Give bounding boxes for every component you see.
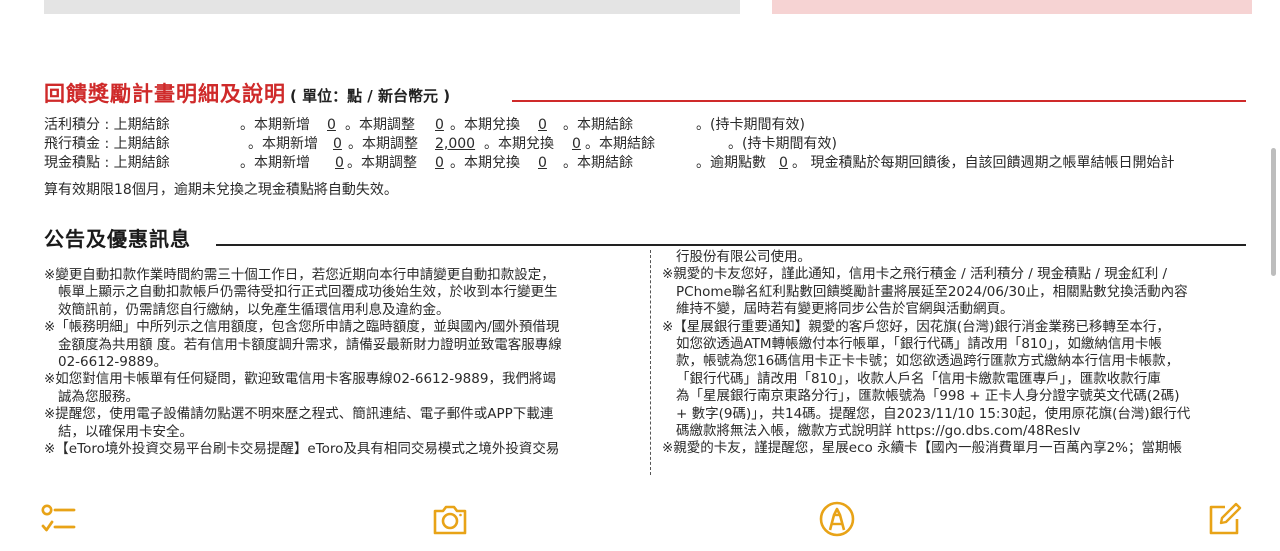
notice-line-continued: + 數字(9碼)」，共14碼。提醒您，自2023/11/10 15:30起，使用… xyxy=(676,405,1191,422)
row-redeem-label: 。本期兌換 xyxy=(450,155,520,171)
notice-left-column: ※變更自動扣款作業時間約需三十個工作日，若您近期向本行申請變更自動扣款設定， 帳單… xyxy=(44,267,640,458)
notice-section-rule xyxy=(216,244,1246,246)
vertical-scrollbar[interactable] xyxy=(1271,148,1276,276)
checklist-button[interactable] xyxy=(38,499,78,539)
reward-section-rule xyxy=(512,100,1246,102)
camera-button[interactable] xyxy=(430,499,470,539)
row-balance-label: 。本期結餘 xyxy=(563,155,633,171)
row-adj-label: 。本期調整 xyxy=(348,136,418,152)
row-adj-value: 0 xyxy=(435,117,444,133)
row-adj-label: 。本期調整 xyxy=(345,117,415,133)
row-adj-value: 0 xyxy=(435,155,444,171)
notice-section-title: 公告及優惠訊息 xyxy=(44,227,191,251)
notice-line-continued: 效簡訊前，仍需請您自行繳納，以免產生循環信用利息及違約金。 xyxy=(58,301,450,318)
row-note-value: 0 xyxy=(779,155,788,171)
row-redeem-value: 0 xyxy=(538,117,547,133)
notice-line-continued: 帳單上顯示之自動扣款帳戶仍需待受扣行正式回覆成功後始生效，於收到本行變更生 xyxy=(58,284,558,301)
column-separator xyxy=(650,250,651,475)
row-balance-label: 。本期結餘 xyxy=(585,136,655,152)
camera-icon xyxy=(433,505,467,535)
row-note-tail: 。 現金積點於每期回饋後，自該回饋週期之帳單結帳日開始計 xyxy=(792,155,1175,171)
row-adj-label: 。本期調整 xyxy=(347,155,417,171)
row-name: 現金積點 : 上期結餘 xyxy=(44,155,170,171)
row-balance-label: 。本期結餘 xyxy=(563,117,633,133)
notice-item: ※親愛的卡友，謹提醒您，星展eco 永續卡【國內一般消費單月一百萬內享2%；當期… xyxy=(662,440,1183,457)
notice-item: ※變更自動扣款作業時間約需三十個工作日，若您近期向本行申請變更自動扣款設定， xyxy=(44,267,555,283)
row-redeem-label: 。本期兌換 xyxy=(484,136,554,152)
row-note: 。逾期點數 xyxy=(696,155,766,171)
notice-line-continued: 碼繳款將無法入帳，繳款方式說明詳 https://go.dbs.com/48Re… xyxy=(676,423,1081,440)
row-name: 飛行積金 : 上期結餘 xyxy=(44,136,170,152)
notice-line-continued: 如您欲透過ATM轉帳繳付本行帳單，「銀行代碼」請改用「810」，如繳納信用卡帳 xyxy=(676,336,1162,353)
notice-item: ※如您對信用卡帳單有任何疑問，歡迎致電信用卡客服專線02-6612-9889，我… xyxy=(44,371,556,388)
notice-item: ※親愛的卡友您好，謹此通知，信用卡之飛行積金 / 活利積分 / 現金積點 / 現… xyxy=(662,266,1168,283)
row-name: 活利積分 : 上期結餘 xyxy=(44,117,170,133)
edit-button[interactable] xyxy=(1205,499,1245,539)
row-adj-value: 2,000 xyxy=(435,136,476,152)
previous-block-pink xyxy=(772,0,1252,14)
notice-line-continued: 款，帳號為您16碼信用卡正卡卡號；如您欲透過跨行匯款方式繳納本行信用卡帳款， xyxy=(676,353,1180,370)
cash-points-expiry-text: 算有效期限18個月，逾期未兌換之現金積點將自動失效。 xyxy=(44,182,398,198)
notice-item: ※【星展銀行重要通知】親愛的客戶您好，因花旗(台灣)銀行消金業務已移轉至本行， xyxy=(662,318,1170,335)
row-redeem-label: 。本期兌換 xyxy=(450,117,520,133)
notice-item: ※提醒您，使用電子設備請勿點選不明來歷之程式、簡訊連結、電子郵件或APP下載連 xyxy=(44,406,554,423)
notice-line-continued: 02-6612-9889。 xyxy=(58,354,168,371)
previous-block-gray xyxy=(44,0,740,14)
bottom-toolbar xyxy=(0,490,1280,551)
highlighter-icon xyxy=(819,501,855,537)
edit-icon xyxy=(1209,502,1242,535)
row-redeem-value: 0 xyxy=(538,155,547,171)
notice-line-continued: 行股份有限公司使用。 xyxy=(676,249,811,265)
checklist-icon xyxy=(41,504,76,532)
reward-section-unit: ( 單位：點 / 新台幣元 ) xyxy=(290,87,451,105)
notice-line-continued: 「銀行代碼」請改用「810」，收款人戶名「信用卡繳款電匯專戶」，匯款收款行庫 xyxy=(676,370,1161,387)
notice-line-continued: 結，以確保用卡安全。 xyxy=(58,423,193,440)
reward-section-header: 回饋獎勵計畫明細及說明( 單位：點 / 新台幣元 ) xyxy=(44,78,450,108)
row-note: 。(持卡期間有效) xyxy=(728,136,837,152)
notice-line-continued: 金額度為共用額 度。若有信用卡額度調升需求，請備妥最新財力證明並致電客服專線 xyxy=(58,336,562,353)
notice-item: ※【eToro境外投資交易平台刷卡交易提醒】eToro及具有相同交易模式之境外投… xyxy=(44,441,560,458)
reward-section-title: 回饋獎勵計畫明細及說明 xyxy=(44,82,286,106)
notice-line-continued: 為「星展銀行南京東路分行」，匯款帳號為「998 + 正卡人身分證字號英文代碼(2… xyxy=(676,388,1180,405)
row-redeem-value: 0 xyxy=(572,136,581,152)
row-new-value: 0 xyxy=(327,117,336,133)
row-new-label: 。本期新增 xyxy=(240,117,310,133)
notice-line-continued: 誠為您服務。 xyxy=(58,388,139,405)
notice-line-continued: 維持不變，屆時若有變更將同步公告於官網與活動網頁。 xyxy=(676,301,1014,318)
row-note: 。(持卡期間有效) xyxy=(696,117,805,133)
notice-line-continued: PChome聯名紅利點數回饋獎勵計畫將展延至2024/06/30止，相關點數兌換… xyxy=(676,283,1188,300)
notice-right-column: 行股份有限公司使用。 ※親愛的卡友您好，謹此通知，信用卡之飛行積金 / 活利積分 … xyxy=(662,249,1252,458)
row-new-label: 。本期新增 xyxy=(248,136,318,152)
row-new-value: 0 xyxy=(333,136,342,152)
highlighter-button[interactable] xyxy=(817,499,857,539)
notice-item: ※「帳務明細」中所列示之信用額度，包含您所申請之臨時額度，並與國內/國外預借現 xyxy=(44,319,560,336)
row-new-value: 0 xyxy=(335,155,344,171)
row-new-label: 。本期新增 xyxy=(240,155,310,171)
